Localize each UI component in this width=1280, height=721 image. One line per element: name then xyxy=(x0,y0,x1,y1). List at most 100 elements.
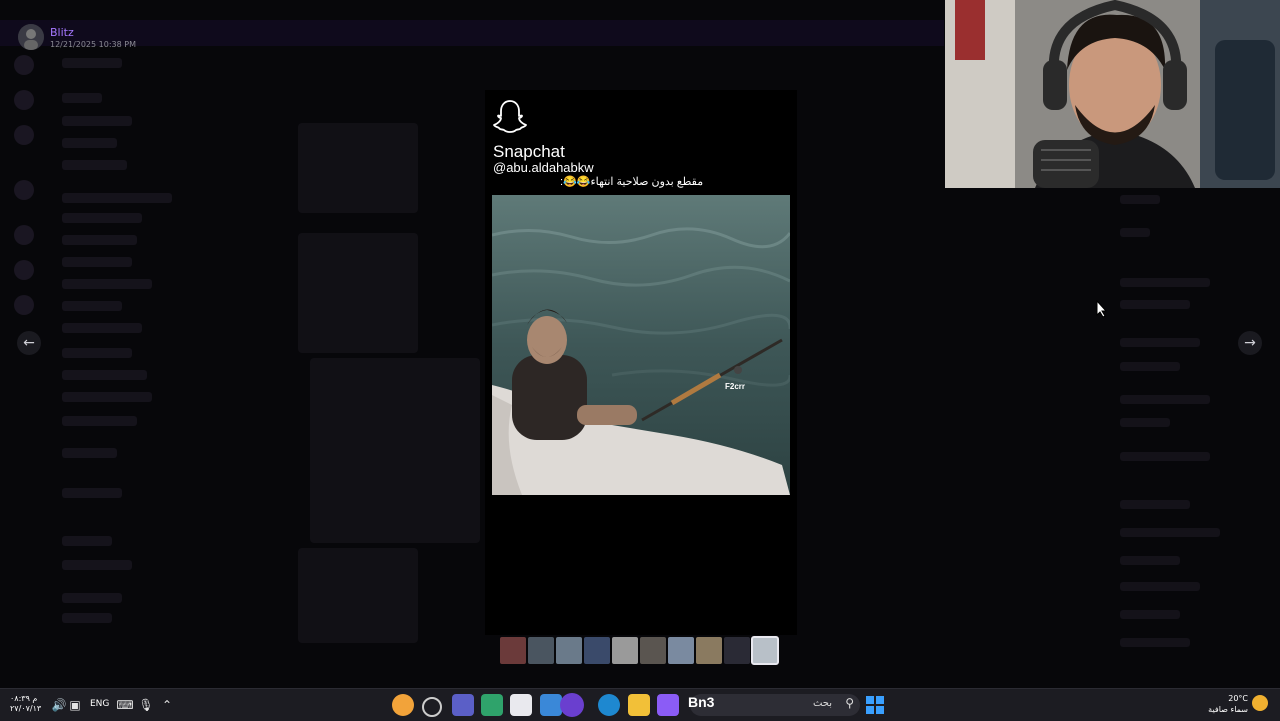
channel-row xyxy=(62,323,142,333)
app-icon-xbox[interactable] xyxy=(481,694,503,716)
channel-row xyxy=(62,160,127,170)
app-icon-obs[interactable] xyxy=(422,697,442,717)
channel-list xyxy=(48,48,248,668)
channel-row xyxy=(62,416,137,426)
member-row xyxy=(1120,418,1170,427)
channel-row xyxy=(62,536,112,546)
attachment-thumb xyxy=(298,548,418,643)
weather-widget[interactable]: 20°C سماء صافية xyxy=(1200,693,1248,715)
server-icon xyxy=(14,225,34,245)
filmstrip-thumb[interactable] xyxy=(556,637,582,664)
network-icon[interactable]: ▣ xyxy=(66,696,84,714)
member-row xyxy=(1120,278,1210,287)
arrow-left-icon[interactable]: ← xyxy=(17,331,41,355)
member-row xyxy=(1120,556,1180,565)
search-input[interactable]: بحث ⚲ xyxy=(690,694,860,716)
clock-time: م ٠٨:٣٩ xyxy=(10,694,38,703)
member-row xyxy=(1120,195,1160,204)
mouse-cursor-icon xyxy=(1096,300,1108,318)
app-icon-store[interactable] xyxy=(510,694,532,716)
taskbar: م ٠٨:٣٩ ٢٧/٠٧/١٣ 🔊 ▣ ENG ⌨ 🎙 ⌃ بحث ⚲ Bn3… xyxy=(0,688,1280,721)
server-rail xyxy=(0,45,46,665)
member-row xyxy=(1120,610,1180,619)
filmstrip-thumb[interactable] xyxy=(500,637,526,664)
member-list xyxy=(1110,190,1280,680)
channel-row xyxy=(62,488,122,498)
channel-row xyxy=(62,58,122,68)
filmstrip-thumb[interactable] xyxy=(751,636,779,665)
chevron-up-icon[interactable]: ⌃ xyxy=(158,696,176,714)
channel-row xyxy=(62,235,137,245)
filmstrip-thumb[interactable] xyxy=(668,637,694,664)
server-icon xyxy=(14,295,34,315)
channel-row xyxy=(62,348,132,358)
attachment-filmstrip xyxy=(500,636,779,665)
member-row xyxy=(1120,338,1200,347)
clock-date: ٢٧/٠٧/١٣ xyxy=(10,704,42,713)
microphone-icon[interactable]: 🎙 xyxy=(137,696,155,714)
channel-row xyxy=(62,370,147,380)
snap-brand: Snapchat xyxy=(493,142,565,161)
member-row xyxy=(1120,452,1210,461)
channel-row xyxy=(62,213,142,223)
filmstrip-thumb[interactable] xyxy=(724,637,750,664)
app-icon-discord[interactable] xyxy=(560,693,584,717)
windows-start-icon[interactable] xyxy=(866,696,884,714)
app-icon-edge[interactable] xyxy=(598,694,620,716)
member-row xyxy=(1120,638,1190,647)
video-frame[interactable] xyxy=(492,195,790,495)
channel-row xyxy=(62,448,117,458)
app-icon-copilot[interactable] xyxy=(657,694,679,716)
filmstrip-thumb[interactable] xyxy=(584,637,610,664)
channel-row xyxy=(62,613,112,623)
member-row xyxy=(1120,300,1190,309)
filmstrip-thumb[interactable] xyxy=(612,637,638,664)
video-watermark: F2crr xyxy=(725,382,746,391)
server-icon xyxy=(14,90,34,110)
attachment-thumb xyxy=(298,233,418,353)
server-icon xyxy=(14,125,34,145)
filmstrip-thumb[interactable] xyxy=(528,637,554,664)
channel-row xyxy=(62,257,132,267)
channel-row xyxy=(62,560,132,570)
channel-row xyxy=(62,593,122,603)
attachment-thumb xyxy=(310,358,480,543)
member-row xyxy=(1120,395,1210,404)
search-icon: ⚲ xyxy=(845,696,854,710)
server-icon xyxy=(14,180,34,200)
channel-row xyxy=(62,93,102,103)
weather-temp: 20°C xyxy=(1228,694,1248,703)
weather-desc: سماء صافية xyxy=(1208,705,1248,714)
member-row xyxy=(1120,228,1150,237)
server-icon xyxy=(14,260,34,280)
filmstrip-thumb[interactable] xyxy=(640,637,666,664)
webcam-overlay xyxy=(945,0,1280,188)
member-row xyxy=(1120,582,1200,591)
server-icon xyxy=(14,55,34,75)
app-icon-chrome[interactable] xyxy=(392,694,414,716)
author-name[interactable]: Blitz xyxy=(50,26,74,39)
app-icon-widgets[interactable] xyxy=(540,694,562,716)
channel-row xyxy=(62,392,152,402)
avatar[interactable] xyxy=(18,24,44,50)
keyboard-icon[interactable]: ⌨ xyxy=(116,696,134,714)
channel-row xyxy=(62,301,122,311)
member-row xyxy=(1120,528,1220,537)
attachment-thumb xyxy=(298,123,418,213)
arrow-right-icon[interactable]: → xyxy=(1238,331,1262,355)
channel-row xyxy=(62,138,117,148)
filmstrip-thumb[interactable] xyxy=(696,637,722,664)
snap-handle: @abu.aldahabkw xyxy=(493,160,594,175)
sun-icon xyxy=(1252,695,1268,711)
member-row xyxy=(1120,500,1190,509)
language-indicator[interactable]: ENG xyxy=(90,699,109,709)
message-timestamp: 12/21/2025 10:38 PM xyxy=(50,40,136,49)
member-row xyxy=(1120,362,1180,371)
taskbar-clock[interactable]: م ٠٨:٣٩ ٢٧/٠٧/١٣ xyxy=(10,694,41,714)
app-icon-explorer[interactable] xyxy=(628,694,650,716)
snap-caption: مقطع بدون صلاحية انتهاء😂😂: xyxy=(560,176,704,188)
app-icon-teams[interactable] xyxy=(452,694,474,716)
taskbar-pinned-text: Bn3 xyxy=(688,694,715,710)
channel-row xyxy=(62,193,172,203)
channel-row xyxy=(62,279,152,289)
